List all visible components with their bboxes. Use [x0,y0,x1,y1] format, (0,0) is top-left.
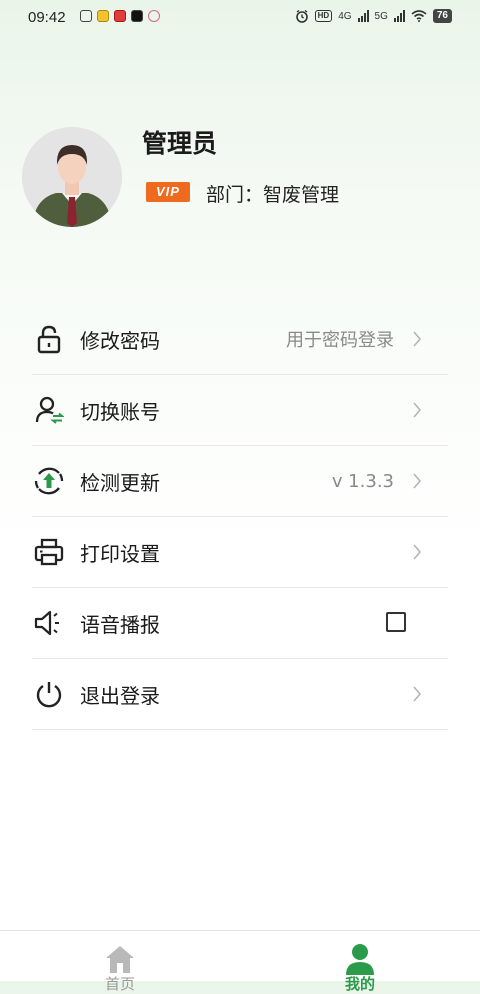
tab-home-label: 首页 [104,975,135,993]
tiktok-icon [131,10,143,22]
signal-icon [393,10,405,22]
menu-item-switch-account[interactable]: 切换账号 [32,375,448,446]
tab-mine-label: 我的 [344,975,375,993]
menu-item-label: 打印设置 [80,541,160,566]
notification-icons [80,10,160,22]
alarm-icon [295,9,308,23]
network-type-1: 4G [338,10,352,22]
app-notification-icon [114,10,126,22]
settings-menu: 修改密码 用于密码登录 切换账号 检测更新 v 1.3.3 打印设置 语音播报 … [32,304,448,730]
tab-mine[interactable]: 我的 [240,931,480,993]
app-notification-icon [80,10,92,22]
switch-user-icon [32,393,66,427]
menu-item-voice-broadcast[interactable]: 语音播报 [32,588,448,659]
menu-item-label: 切换账号 [80,399,160,424]
status-indicators: HD 4G 5G 76 [295,9,452,23]
signal-icon [357,10,369,22]
version-value: v 1.3.3 [331,470,394,492]
department-label: 部门：智废管理 [206,184,340,206]
power-icon [32,677,66,711]
user-icon [346,944,374,975]
hd-icon: HD [314,10,333,22]
menu-item-label: 修改密码 [80,328,160,353]
update-icon [32,464,66,498]
chevron-right-icon [413,331,422,347]
status-time: 09:42 [28,9,66,26]
avatar[interactable] [22,127,122,227]
chevron-right-icon [413,473,422,489]
home-icon [106,946,134,973]
speaker-icon [32,606,66,640]
menu-item-label: 语音播报 [80,612,160,637]
network-type-2: 5G [374,10,388,22]
printer-icon [32,535,66,569]
tab-home[interactable]: 首页 [0,931,240,993]
app-notification-icon [148,10,160,22]
menu-item-label: 退出登录 [80,683,160,708]
vip-badge: VIP [146,182,190,202]
bottom-nav: 首页 我的 [0,930,480,993]
chevron-right-icon [413,686,422,702]
voice-broadcast-checkbox[interactable] [386,612,406,632]
menu-item-print-settings[interactable]: 打印设置 [32,517,448,588]
menu-item-value: 用于密码登录 [286,330,394,351]
wifi-icon [411,10,427,22]
status-bar: 09:42 HD 4G 5G 76 [0,0,480,36]
menu-item-change-password[interactable]: 修改密码 用于密码登录 [32,304,448,375]
user-name: 管理员 [142,129,218,158]
menu-item-label: 检测更新 [80,470,160,495]
battery-icon: 76 [432,9,452,23]
chevron-right-icon [413,402,422,418]
app-notification-icon [97,10,109,22]
chevron-right-icon [413,544,422,560]
menu-item-check-update[interactable]: 检测更新 v 1.3.3 [32,446,448,517]
lock-icon [32,322,66,356]
menu-item-logout[interactable]: 退出登录 [32,659,448,730]
user-portrait-icon [22,127,122,227]
